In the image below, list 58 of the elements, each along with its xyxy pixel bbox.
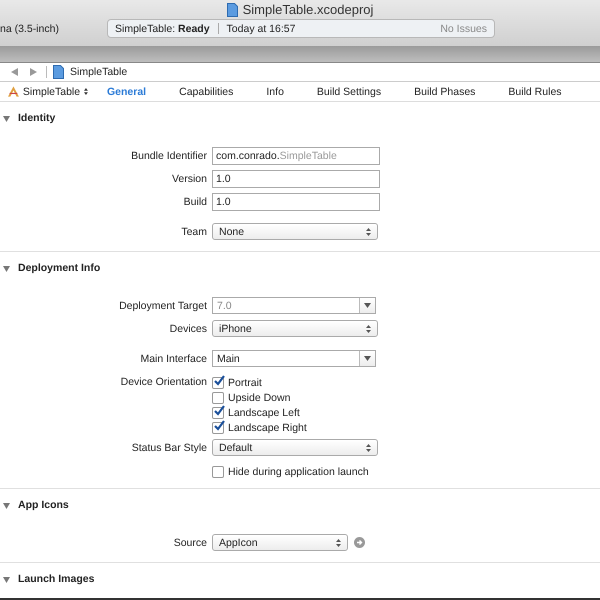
app-target-icon <box>8 85 19 98</box>
checkbox[interactable]: Landscape Left <box>212 405 307 420</box>
checkbox[interactable]: Landscape Right <box>212 420 307 435</box>
combo-box[interactable]: Main <box>212 350 376 367</box>
tab[interactable]: Info <box>266 86 284 98</box>
field-label: Status Bar Style <box>132 442 207 454</box>
scheme-label[interactable]: na (3.5-inch) <box>0 23 59 35</box>
field-label: Device Orientation <box>120 376 207 388</box>
checkbox-square[interactable] <box>212 392 224 404</box>
document-icon <box>53 65 64 79</box>
field-label: Source <box>174 537 207 549</box>
section-title: App Icons <box>18 499 69 511</box>
up-down-arrows-icon <box>366 228 371 236</box>
popup-button[interactable]: None <box>212 223 378 240</box>
up-down-arrows-icon <box>366 444 371 452</box>
tab[interactable]: General <box>107 86 146 98</box>
text-field[interactable]: 1.0 <box>212 193 380 211</box>
up-down-arrows-icon <box>84 87 88 96</box>
section-title: Identity <box>18 112 56 124</box>
field-label: Deployment Target <box>119 300 207 312</box>
disclosure-triangle-icon[interactable] <box>3 114 10 122</box>
tab[interactable]: Capabilities <box>179 86 234 98</box>
popup-button[interactable]: AppIcon <box>212 534 348 551</box>
popup-button[interactable]: Default <box>212 439 378 456</box>
build-time: Today at 16:57 <box>226 22 296 34</box>
tab[interactable]: Build Phases <box>414 86 476 98</box>
section-title: Launch Images <box>18 573 94 585</box>
checkbox[interactable]: Hide during application launch <box>212 464 369 479</box>
text-field[interactable]: 1.0 <box>212 170 380 188</box>
go-arrow-icon[interactable] <box>354 537 365 548</box>
up-down-arrows-icon <box>336 538 341 546</box>
field-label: Version <box>172 173 207 185</box>
section-title: Deployment Info <box>18 262 100 274</box>
field-label: Main Interface <box>140 353 207 365</box>
tab[interactable]: Build Settings <box>316 86 382 98</box>
field-label: Build <box>184 196 207 208</box>
target-selector[interactable]: SimpleTable <box>8 85 88 98</box>
checkbox[interactable]: Upside Down <box>212 390 307 405</box>
checkbox-square[interactable] <box>212 406 224 418</box>
disclosure-triangle-icon[interactable] <box>3 264 10 272</box>
up-down-arrows-icon <box>366 324 371 332</box>
disclosure-triangle-icon[interactable] <box>3 576 10 582</box>
checkbox-square[interactable] <box>212 376 224 388</box>
disclosure-triangle-icon[interactable] <box>3 502 10 508</box>
window-title: SimpleTable.xcodeproj <box>242 2 374 17</box>
document-icon <box>226 2 238 16</box>
breadcrumb-item[interactable]: SimpleTable <box>70 66 128 78</box>
field-label: Devices <box>170 323 207 335</box>
issues-label: No Issues <box>440 22 487 34</box>
checkbox[interactable]: Portrait <box>212 375 307 390</box>
checkbox-square[interactable] <box>212 466 224 478</box>
text-field[interactable]: com.conrado.SimpleTable <box>212 147 380 165</box>
build-status: SimpleTable: Ready <box>115 22 210 34</box>
field-label: Bundle Identifier <box>131 150 207 162</box>
checkbox-square[interactable] <box>212 422 224 434</box>
popup-button[interactable]: iPhone <box>212 320 378 337</box>
tab[interactable]: Build Rules <box>508 86 562 98</box>
field-label: Team <box>181 226 207 238</box>
